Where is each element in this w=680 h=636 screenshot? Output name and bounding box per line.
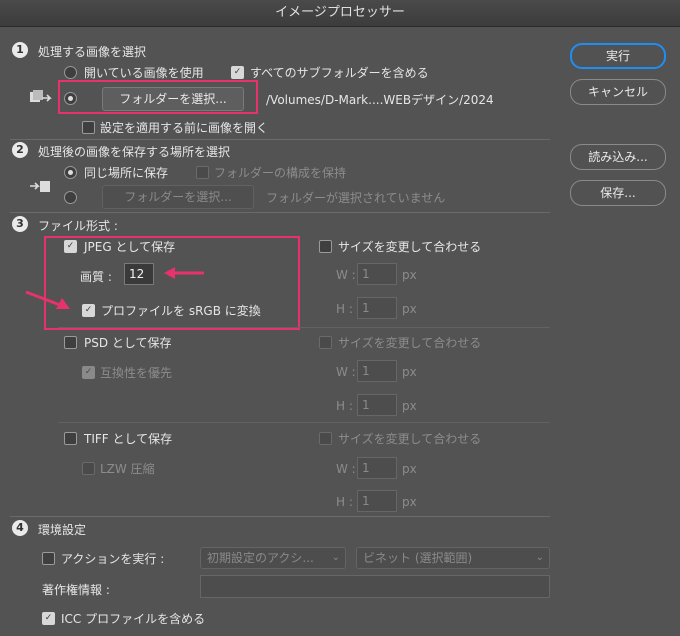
psd-h-label: H : (336, 399, 353, 413)
divider (10, 139, 550, 140)
same-location-label: 同じ場所に保存 (84, 166, 169, 180)
psd-width-input[interactable]: 1 (357, 360, 397, 382)
quality-input[interactable]: 12 (124, 263, 154, 285)
source-folder-path: /Volumes/D-Mark....WEBデザイン/2024 (266, 93, 494, 107)
convert-srgb-checkbox[interactable]: ✓ (82, 304, 95, 317)
section1-heading: 処理する画像を選択 (38, 45, 147, 59)
psd-w-unit: px (402, 365, 417, 379)
use-open-images-label: 開いている画像を使用 (84, 66, 204, 80)
psd-w-label: W : (336, 365, 356, 379)
cancel-button[interactable]: キャンセル (570, 79, 666, 105)
jpeg-height-input[interactable]: 1 (357, 297, 397, 319)
action-set-value: 初期設定のアクシ... (207, 551, 314, 565)
include-icc-label: ICC プロファイルを含める (61, 612, 206, 626)
copyright-input[interactable] (200, 575, 550, 598)
jpeg-w-unit: px (402, 268, 417, 282)
tiff-resize-checkbox[interactable] (319, 432, 332, 445)
keep-structure-checkbox[interactable] (196, 166, 209, 179)
open-first-checkbox[interactable] (82, 121, 95, 134)
section4-heading: 環境設定 (38, 523, 87, 537)
tiff-width-input[interactable]: 1 (357, 457, 397, 479)
tiff-h-unit: px (402, 495, 417, 509)
tiff-height-input[interactable]: 1 (357, 490, 397, 512)
include-subfolders-label: すべてのサブフォルダーを含める (250, 66, 429, 80)
step-1-badge: 1 (12, 42, 28, 58)
load-button[interactable]: 読み込み... (570, 144, 666, 170)
no-folder-label: フォルダーが選択されていません (266, 191, 446, 205)
save-tiff-checkbox[interactable] (64, 432, 77, 445)
jpeg-resize-label: サイズを変更して合わせる (338, 240, 482, 254)
chevron-down-icon: ⌄ (535, 552, 544, 563)
divider (10, 516, 550, 517)
lzw-checkbox[interactable] (82, 462, 95, 475)
section3-heading: ファイル形式 : (38, 219, 118, 233)
lzw-label: LZW 圧縮 (100, 462, 155, 476)
jpeg-w-label: W : (336, 268, 356, 282)
jpeg-resize-checkbox[interactable] (319, 240, 332, 253)
step-2-badge: 2 (12, 142, 28, 158)
run-action-checkbox[interactable] (42, 552, 55, 565)
section2-heading: 処理後の画像を保存する場所を選択 (38, 145, 231, 159)
select-folder-radio[interactable] (64, 92, 77, 105)
action-name-select[interactable]: ビネット (選択範囲) ⌄ (356, 547, 550, 569)
step-4-badge: 4 (12, 520, 28, 536)
use-open-images-radio[interactable] (64, 66, 77, 79)
select-dest-folder-radio[interactable] (64, 191, 77, 204)
divider (10, 212, 550, 213)
save-jpeg-checkbox[interactable]: ✓ (64, 240, 77, 253)
chevron-down-icon: ⌄ (331, 552, 340, 563)
save-psd-checkbox[interactable] (64, 336, 77, 349)
action-set-select[interactable]: 初期設定のアクシ... ⌄ (200, 547, 346, 569)
pink-arrow-icon (25, 290, 70, 309)
tiff-w-label: W : (336, 462, 356, 476)
include-icc-checkbox[interactable]: ✓ (42, 612, 55, 625)
tiff-w-unit: px (402, 462, 417, 476)
run-action-label: アクションを実行 : (61, 552, 165, 566)
divider (58, 327, 550, 328)
save-tiff-label: TIFF として保存 (84, 432, 173, 446)
open-first-label: 設定を適用する前に画像を開く (100, 121, 269, 135)
convert-srgb-label: プロファイルを sRGB に変換 (101, 304, 261, 318)
action-name-value: ビネット (選択範囲) (363, 551, 473, 565)
include-subfolders-checkbox[interactable]: ✓ (231, 66, 244, 79)
step-3-badge: 3 (12, 216, 28, 232)
psd-height-input[interactable]: 1 (357, 394, 397, 416)
tiff-h-label: H : (336, 495, 353, 509)
quality-label: 画質 : (80, 270, 112, 284)
select-source-folder-button[interactable]: フォルダーを選択... (102, 87, 244, 111)
psd-resize-checkbox[interactable] (319, 336, 332, 349)
folder-arrow-icon (30, 181, 50, 192)
same-location-radio[interactable] (64, 166, 77, 179)
maximize-compat-checkbox[interactable]: ✓ (82, 366, 95, 379)
jpeg-h-label: H : (336, 302, 353, 316)
keep-structure-label: フォルダーの構成を保持 (214, 166, 347, 180)
image-stack-arrow-icon (30, 90, 52, 102)
jpeg-width-input[interactable]: 1 (357, 263, 397, 285)
run-button[interactable]: 実行 (570, 43, 666, 69)
save-jpeg-label: JPEG として保存 (84, 240, 176, 254)
pink-arrow-icon (164, 267, 204, 279)
save-settings-button[interactable]: 保存... (570, 180, 666, 206)
divider (58, 422, 550, 423)
psd-resize-label: サイズを変更して合わせる (338, 336, 482, 350)
select-dest-folder-button[interactable]: フォルダーを選択... (102, 185, 254, 209)
save-psd-label: PSD として保存 (84, 336, 172, 350)
copyright-label: 著作権情報 : (42, 583, 110, 597)
window-title: イメージプロセッサー (0, 0, 680, 27)
maximize-compat-label: 互換性を優先 (100, 366, 173, 380)
tiff-resize-label: サイズを変更して合わせる (338, 432, 482, 446)
psd-h-unit: px (402, 399, 417, 413)
jpeg-h-unit: px (402, 302, 417, 316)
